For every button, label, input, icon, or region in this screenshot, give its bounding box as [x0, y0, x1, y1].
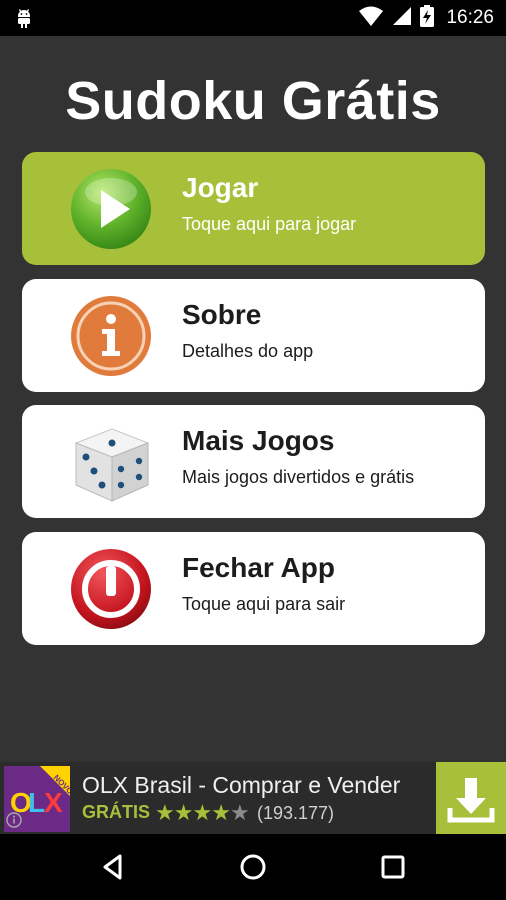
ad-title: OLX Brasil - Comprar e Vender	[82, 772, 401, 798]
rating-star-icon: ★	[211, 800, 231, 825]
more-games-button[interactable]: Mais Jogos Mais jogos divertidos e gráti…	[22, 405, 485, 518]
download-button[interactable]	[436, 762, 506, 834]
battery-charging-icon	[420, 4, 435, 32]
android-icon	[12, 6, 36, 30]
clock: 16:26	[446, 7, 494, 28]
status-bar: 16:26	[0, 0, 506, 36]
play-button[interactable]: Jogar Toque aqui para jogar	[22, 152, 485, 265]
dice-icon	[68, 419, 154, 505]
play-title: Jogar	[182, 172, 259, 203]
svg-text:X: X	[44, 787, 63, 818]
ad-reviews: (193.177)	[257, 803, 335, 823]
rating-star-icon: ★	[173, 800, 194, 825]
more-games-subtitle: Mais jogos divertidos e grátis	[182, 467, 415, 487]
back-icon[interactable]	[98, 851, 130, 883]
close-app-button[interactable]: Fechar App Toque aqui para sair	[22, 532, 485, 645]
rating-star-icon: ★	[192, 800, 212, 825]
power-icon	[68, 546, 154, 632]
play-subtitle: Toque aqui para jogar	[182, 214, 357, 234]
rating-star-icon: ★	[229, 800, 250, 825]
ad-price: GRÁTIS	[82, 802, 151, 822]
about-subtitle: Detalhes do app	[182, 341, 314, 361]
download-icon	[447, 778, 495, 823]
svg-text:L: L	[28, 787, 45, 818]
rating-star-icon: ★	[155, 800, 175, 825]
info-icon	[68, 293, 154, 379]
more-games-title: Mais Jogos	[182, 425, 335, 456]
about-button[interactable]: Sobre Detalhes do app	[22, 279, 485, 392]
ad-rating-stars: ★★★★★	[155, 800, 250, 826]
recents-icon[interactable]	[377, 851, 409, 883]
close-app-title: Fechar App	[182, 552, 335, 583]
about-title: Sobre	[182, 299, 262, 330]
wifi-icon	[358, 5, 384, 32]
close-app-subtitle: Toque aqui para sair	[182, 594, 346, 614]
signal-icon	[392, 6, 412, 31]
home-icon[interactable]	[237, 851, 269, 883]
app-title: Sudoku Grátis	[65, 71, 441, 131]
ad-banner[interactable]: O L X NOVO OLX Brasil - Comprar e Vender…	[0, 762, 506, 834]
play-icon	[68, 166, 154, 252]
navigation-bar	[0, 834, 506, 900]
ad-info-icon[interactable]	[6, 812, 22, 828]
